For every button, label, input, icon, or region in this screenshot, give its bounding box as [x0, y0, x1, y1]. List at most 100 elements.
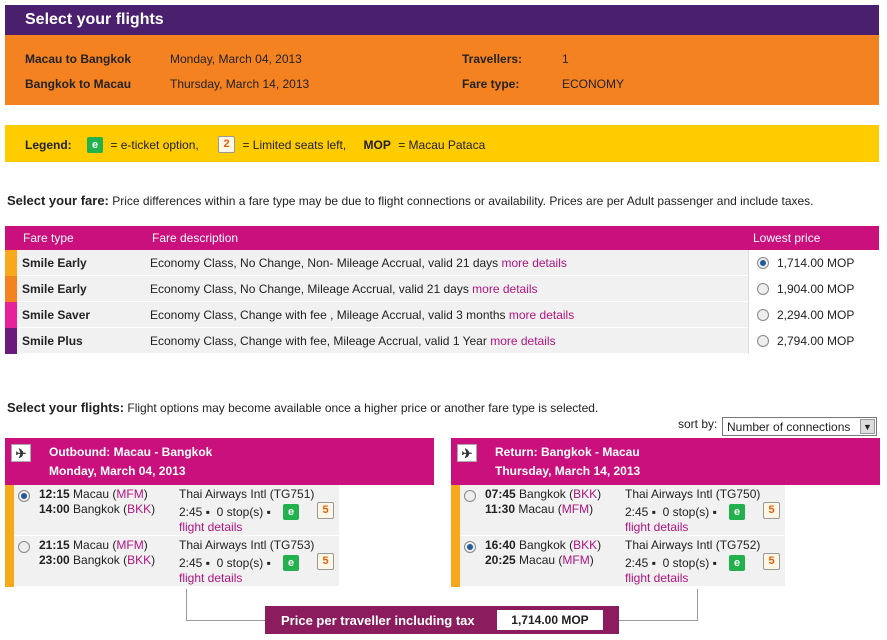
fare-radio[interactable]	[757, 335, 769, 347]
price-label: Price per traveller including tax	[281, 613, 475, 628]
price-bar: Price per traveller including tax 1,714.…	[265, 606, 619, 634]
fare-description: Economy Class, No Change, Non- Mileage A…	[150, 256, 567, 270]
duration: 2:45	[179, 505, 203, 519]
departure: 12:15 Macau (MFM)	[39, 487, 148, 501]
flight-meta: 2:45 ▪ 0 stop(s) ▪	[179, 556, 271, 570]
arr-code: BKK	[127, 553, 152, 567]
col-lowest-price: Lowest price	[753, 231, 821, 245]
arr-city: Bangkok	[73, 553, 120, 567]
fare-price: 1,904.00 MOP	[777, 282, 855, 296]
legend: Legend: e = e-ticket option, 2 = Limited…	[5, 125, 879, 162]
legend-mop-text: = Macau Pataca	[398, 137, 486, 152]
fare-price-cell: 2,794.00 MOP	[748, 328, 879, 354]
limited-seats-icon: 5	[763, 502, 780, 519]
chevron-down-icon: ▼	[860, 419, 875, 434]
fare-description: Economy Class, No Change, Mileage Accrua…	[150, 282, 538, 296]
fare-type: Smile Early	[22, 256, 87, 270]
fare-row[interactable]: Smile Early Economy Class, No Change, No…	[5, 250, 879, 276]
airplane-icon: ✈	[11, 444, 31, 462]
fare-row[interactable]: Smile Early Economy Class, No Change, Mi…	[5, 276, 879, 302]
dep-city: Macau	[73, 538, 110, 552]
arr-code: BKK	[127, 502, 152, 516]
more-details-link[interactable]: more details	[502, 256, 567, 270]
more-details-link[interactable]: more details	[472, 282, 537, 296]
flight-row[interactable]: 12:15 Macau (MFM) 14:00 Bangkok (BKK) Th…	[5, 485, 339, 536]
flight-radio[interactable]	[464, 490, 476, 502]
leg2-date: Thursday, March 14, 2013	[170, 77, 310, 91]
legend-seat-text: = Limited seats left,	[242, 137, 347, 152]
dep-code: MFM	[116, 487, 144, 501]
flight-radio[interactable]	[18, 490, 30, 502]
fare-price: 2,794.00 MOP	[777, 334, 855, 348]
arrival: 23:00 Bangkok (BKK)	[39, 553, 156, 567]
more-details-link[interactable]: more details	[490, 334, 555, 348]
trip-summary: Macau to Bangkok Monday, March 04, 2013 …	[5, 35, 879, 105]
travellers-label: Travellers:	[462, 52, 523, 66]
page-title: Select your flights	[5, 5, 879, 35]
connector-line-left	[186, 589, 265, 621]
e-ticket-icon: e	[283, 555, 299, 571]
airline: Thai Airways Intl (TG752)	[625, 538, 761, 552]
fare-color-bar	[5, 276, 17, 302]
arr-code: MFM	[562, 553, 590, 567]
connector-line-right	[619, 589, 698, 621]
e-ticket-icon: e	[729, 504, 745, 520]
fare-price-cell: 1,714.00 MOP	[748, 250, 879, 276]
departure: 16:40 Bangkok (BKK)	[485, 538, 602, 552]
sort-select[interactable]: Number of connections ▼	[722, 417, 877, 436]
flights-intro-title: Select your flights:	[7, 400, 125, 415]
flight-color-bar	[5, 536, 14, 587]
stops: 0 stop(s)	[216, 556, 264, 570]
flight-radio[interactable]	[464, 541, 476, 553]
limited-seats-icon: 5	[317, 502, 334, 519]
stops: 0 stop(s)	[662, 556, 710, 570]
duration: 2:45	[179, 556, 203, 570]
limited-seats-icon: 5	[763, 553, 780, 570]
fare-intro-text: Price differences within a fare type may…	[112, 194, 814, 208]
fare-radio[interactable]	[757, 309, 769, 321]
sort-label: sort by:	[678, 417, 718, 431]
leg1-date: Monday, March 04, 2013	[170, 52, 302, 66]
fare-type: Smile Saver	[22, 308, 91, 322]
flight-details-link[interactable]: flight details	[179, 571, 242, 585]
dep-time: 21:15	[39, 538, 70, 552]
fare-description-text: Economy Class, No Change, Non- Mileage A…	[150, 256, 499, 270]
fare-radio[interactable]	[757, 283, 769, 295]
fare-row[interactable]: Smile Plus Economy Class, Change with fe…	[5, 328, 879, 354]
flight-details-link[interactable]: flight details	[625, 571, 688, 585]
flight-radio[interactable]	[18, 541, 30, 553]
fare-type-label: Fare type:	[462, 77, 520, 91]
stops: 0 stop(s)	[662, 505, 710, 519]
fare-price: 1,714.00 MOP	[777, 256, 855, 270]
arr-city: Macau	[518, 502, 555, 516]
e-ticket-icon: e	[729, 555, 745, 571]
flight-row[interactable]: 16:40 Bangkok (BKK) 20:25 Macau (MFM) Th…	[451, 536, 785, 587]
duration: 2:45	[625, 505, 649, 519]
dep-time: 07:45	[485, 487, 516, 501]
arr-city: Bangkok	[73, 502, 120, 516]
more-details-link[interactable]: more details	[509, 308, 574, 322]
e-ticket-icon: e	[283, 504, 299, 520]
legend-mop: MOP	[363, 137, 391, 152]
flight-row[interactable]: 07:45 Bangkok (BKK) 11:30 Macau (MFM) Th…	[451, 485, 785, 536]
fare-radio[interactable]	[757, 257, 769, 269]
fare-row[interactable]: Smile Saver Economy Class, Change with f…	[5, 302, 879, 328]
arrival: 11:30 Macau (MFM)	[485, 502, 594, 516]
travellers-value: 1	[562, 52, 569, 66]
flight-details-link[interactable]: flight details	[625, 520, 688, 534]
legend-e-text: = e-ticket option,	[110, 137, 199, 152]
arrival: 14:00 Bangkok (BKK)	[39, 502, 156, 516]
fare-type: Smile Early	[22, 282, 87, 296]
fare-price: 2,294.00 MOP	[777, 308, 855, 322]
fare-description-text: Economy Class, Change with fee, Mileage …	[150, 334, 487, 348]
flight-meta: 2:45 ▪ 0 stop(s) ▪	[625, 556, 717, 570]
flight-meta: 2:45 ▪ 0 stop(s) ▪	[179, 505, 271, 519]
fare-price-cell: 1,904.00 MOP	[748, 276, 879, 302]
flight-details-link[interactable]: flight details	[179, 520, 242, 534]
arr-time: 23:00	[39, 553, 70, 567]
flights-intro: Select your flights: Flight options may …	[7, 400, 598, 415]
fare-intro: Select your fare: Price differences with…	[7, 193, 814, 208]
arrival: 20:25 Macau (MFM)	[485, 553, 594, 567]
fare-color-bar	[5, 328, 17, 354]
flight-row[interactable]: 21:15 Macau (MFM) 23:00 Bangkok (BKK) Th…	[5, 536, 339, 587]
